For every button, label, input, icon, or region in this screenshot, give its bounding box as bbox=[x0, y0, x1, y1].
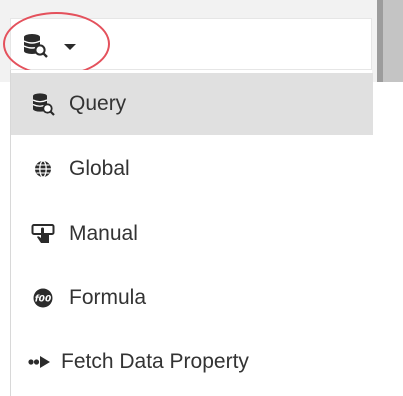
globe-icon bbox=[31, 157, 55, 181]
source-type-menu: Query Global Manual f00 Formula Fetch Da… bbox=[10, 70, 373, 396]
hand-pointer-icon bbox=[31, 222, 55, 246]
caret-down-icon[interactable] bbox=[64, 44, 76, 50]
menu-item-global[interactable]: Global bbox=[11, 138, 373, 200]
menu-item-manual[interactable]: Manual bbox=[11, 203, 373, 265]
menu-item-label: Global bbox=[69, 157, 130, 180]
menu-item-fetch-data-property[interactable]: Fetch Data Property bbox=[11, 331, 373, 393]
database-search-icon bbox=[22, 32, 48, 58]
menu-item-label: Fetch Data Property bbox=[61, 350, 249, 373]
menu-item-label: Manual bbox=[69, 222, 138, 245]
data-source-picker: Query Global Manual f00 Formula Fetch Da… bbox=[0, 0, 403, 396]
menu-item-label: Query bbox=[69, 92, 127, 115]
fetch-data-icon bbox=[27, 350, 51, 374]
menu-item-label: Formula bbox=[69, 286, 147, 309]
svg-text:f00: f00 bbox=[35, 295, 51, 305]
menu-item-query[interactable]: Query bbox=[11, 73, 373, 135]
database-search-icon bbox=[31, 92, 55, 116]
source-type-dropdown-button[interactable] bbox=[22, 28, 94, 62]
menu-item-formula[interactable]: f00 Formula bbox=[11, 267, 373, 329]
formula-icon: f00 bbox=[31, 286, 55, 310]
scrollbar-edge bbox=[377, 0, 383, 82]
